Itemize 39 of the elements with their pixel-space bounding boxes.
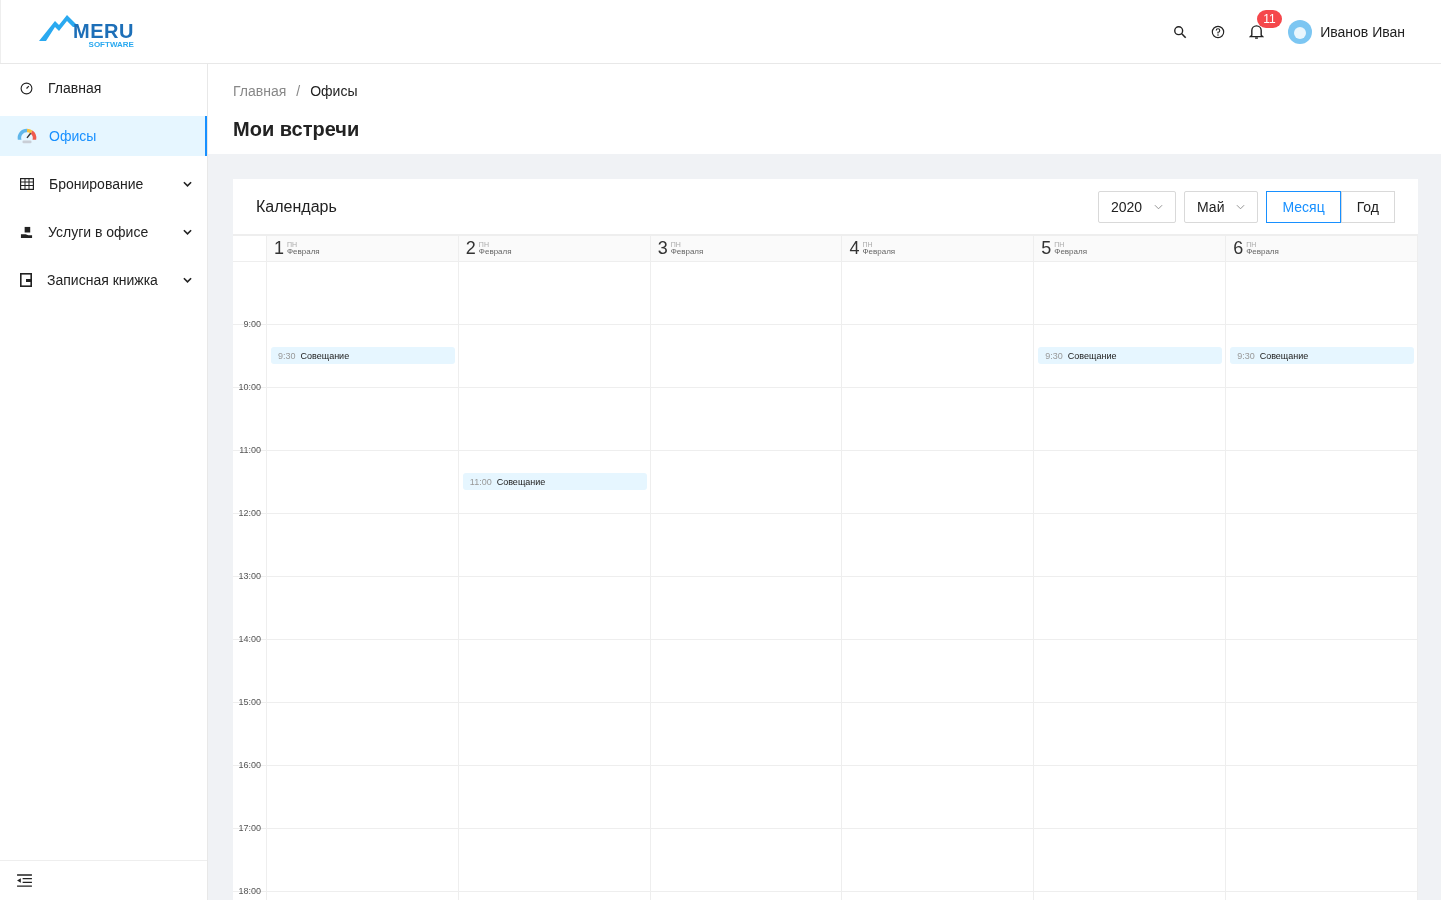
time-label: 15:00 (238, 697, 261, 707)
view-toggle[interactable]: Год (1340, 190, 1395, 223)
sidebar-item[interactable]: Записная книжка (0, 260, 207, 300)
page-title: Мои встречи (233, 118, 361, 141)
calendar-event[interactable]: 9:30 Совещание (1230, 347, 1414, 364)
notification-badge: 11 (1257, 10, 1282, 28)
user-name[interactable]: Иванов Иван (1320, 23, 1405, 40)
sidebar-item[interactable]: Главная (0, 68, 207, 108)
calendar-event[interactable]: 9:30 Совещание (271, 347, 455, 364)
time-label: 17:00 (238, 823, 261, 833)
search-icon[interactable] (1173, 24, 1188, 39)
breadcrumb: Офисы (310, 83, 358, 99)
hand-box-icon (20, 225, 33, 239)
caret-icon (1154, 203, 1164, 210)
time-label: 12:00 (238, 508, 261, 518)
sidebar-item[interactable]: Услуги в офисе (0, 212, 207, 252)
time-label: 16:00 (238, 760, 261, 770)
table-icon (20, 178, 34, 190)
logo[interactable]: MERU SOFTWARE (39, 14, 134, 49)
calendar-event[interactable]: 11:00 Совещание (462, 473, 647, 490)
gauge-icon (20, 81, 33, 95)
notebook-icon (20, 273, 32, 287)
time-label: 14:00 (238, 634, 261, 644)
collapse-menu-icon[interactable] (17, 874, 32, 887)
time-label: 18:00 (238, 886, 261, 896)
caret-icon (1236, 203, 1246, 210)
calendar-event[interactable]: 9:30 Совещание (1038, 347, 1223, 364)
help-icon[interactable] (1211, 24, 1226, 39)
time-label: 11:00 (239, 445, 261, 455)
time-label: 13:00 (238, 571, 261, 581)
sidebar-item[interactable]: Бронирование (0, 164, 207, 204)
breadcrumb[interactable]: Главная (233, 83, 287, 99)
time-label: 9:00 (243, 319, 261, 329)
calendar-title: Календарь (256, 197, 337, 216)
year-select[interactable]: 2020 (1097, 190, 1177, 223)
month-select[interactable]: Май (1184, 190, 1259, 223)
bell-icon[interactable] (1249, 23, 1265, 40)
time-label: 10:00 (238, 382, 261, 392)
breadcrumb-separator: / (296, 83, 301, 99)
